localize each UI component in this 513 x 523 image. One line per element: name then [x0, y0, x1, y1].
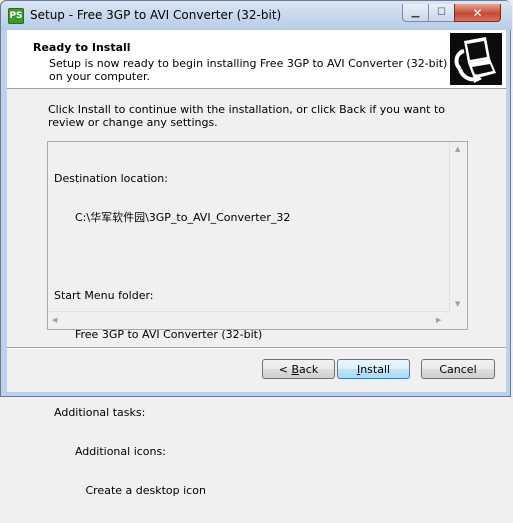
maximize-button[interactable]: ☐: [428, 4, 455, 22]
page-title: Ready to Install: [33, 41, 131, 54]
install-button[interactable]: Install: [337, 359, 410, 379]
memo-line: Additional icons:: [54, 445, 166, 458]
back-button-label: ack: [299, 362, 319, 376]
memo-line: Start Menu folder:: [54, 289, 154, 302]
vertical-scrollbar[interactable]: ▲ ▼: [449, 142, 467, 312]
scroll-down-icon[interactable]: ▼: [455, 300, 460, 308]
scroll-left-icon[interactable]: ◀: [52, 316, 57, 324]
memo-line: Destination location:: [54, 172, 168, 185]
close-button[interactable]: ✕: [454, 4, 501, 22]
maximize-icon: ☐: [437, 7, 446, 18]
page-subtitle: Setup is now ready to begin installing F…: [49, 57, 448, 83]
memo-line: Create a desktop icon: [54, 484, 206, 497]
scrollbar-corner: [450, 312, 467, 329]
cancel-button[interactable]: Cancel: [421, 359, 495, 379]
scroll-right-icon[interactable]: ▶: [436, 316, 441, 324]
title-bar[interactable]: PS Setup - Free 3GP to AVI Converter (32…: [1, 1, 512, 30]
memo-line: C:\华军软件园\3GP_to_AVI_Converter_32: [54, 211, 291, 224]
window-title: Setup - Free 3GP to AVI Converter (32-bi…: [30, 8, 282, 22]
wizard-client-area: Ready to Install Setup is now ready to b…: [7, 30, 506, 497]
cancel-button-label: Cancel: [439, 362, 477, 376]
back-button[interactable]: < Back: [262, 359, 335, 379]
footer-divider: [7, 347, 506, 349]
memo-line: [54, 250, 444, 263]
close-icon: ✕: [472, 5, 483, 20]
app-icon: PS: [8, 8, 24, 24]
instruction-text: Click Install to continue with the insta…: [48, 103, 446, 129]
installer-computer-icon: [450, 33, 502, 85]
minimize-icon: ▁: [411, 7, 420, 18]
scroll-up-icon[interactable]: ▲: [455, 145, 460, 153]
wizard-header: Ready to Install Setup is now ready to b…: [7, 30, 506, 89]
memo-line: Additional tasks:: [54, 406, 146, 419]
back-button-prefix: <: [278, 362, 292, 376]
setup-window: PS Setup - Free 3GP to AVI Converter (32…: [0, 0, 512, 497]
memo-line: Free 3GP to AVI Converter (32-bit): [54, 328, 263, 341]
install-button-label: nstall: [360, 362, 391, 376]
back-button-hotkey: B: [291, 362, 300, 376]
settings-summary-box[interactable]: Destination location: C:\华军软件园\3GP_to_AV…: [47, 141, 468, 497]
settings-summary-text: Destination location: C:\华军软件园\3GP_to_AV…: [54, 146, 444, 523]
minimize-button[interactable]: ▁: [402, 4, 429, 22]
horizontal-scrollbar[interactable]: ◀ ▶: [48, 311, 450, 329]
